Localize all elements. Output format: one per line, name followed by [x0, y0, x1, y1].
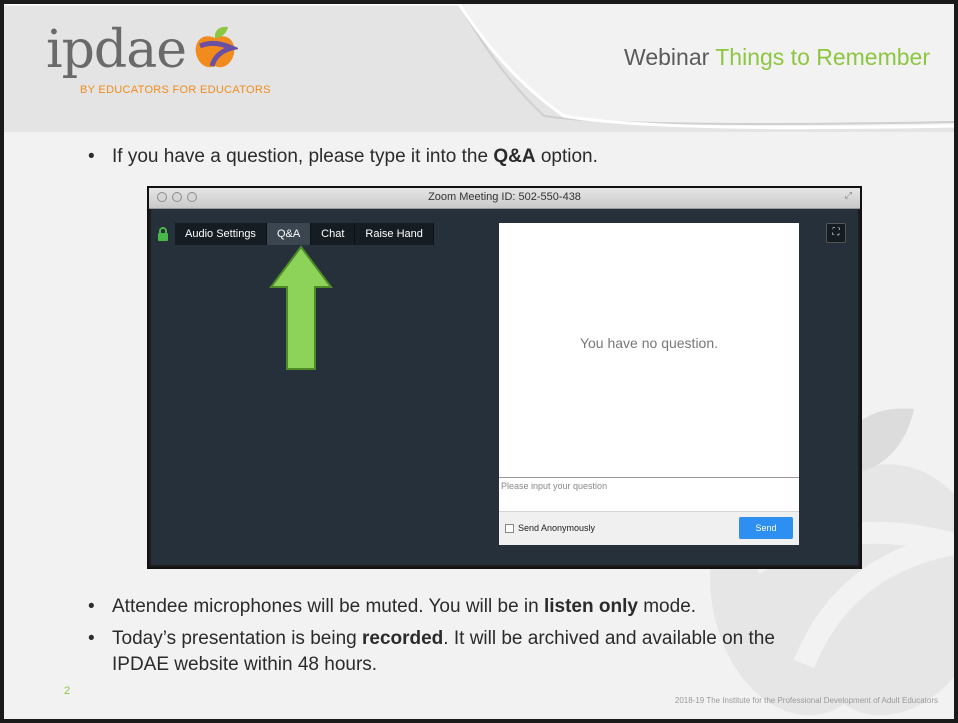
- anonymous-checkbox[interactable]: [505, 523, 514, 533]
- anonymous-label: Send Anonymously: [518, 523, 596, 533]
- zoom-body: Audio Settings Q&A Chat Raise Hand You h…: [151, 209, 858, 565]
- slide: ipdae BY EDUCATORS FOR EDUCATORS Webinar…: [4, 4, 954, 719]
- qa-tab[interactable]: Q&A: [266, 223, 312, 245]
- bullet-bold: recorded: [361, 628, 444, 649]
- up-arrow-icon: [269, 245, 333, 370]
- lock-icon: [158, 227, 168, 241]
- send-anonymously-option[interactable]: Send Anonymously: [505, 523, 595, 533]
- fullscreen-icon[interactable]: ⤢: [845, 191, 852, 201]
- bullet-text-part: option.: [535, 146, 598, 167]
- bullet-question: • If you have a question, please type it…: [88, 146, 928, 168]
- bullet-text: Today’s presentation is being recorded. …: [112, 626, 828, 678]
- bullet-text-part: Attendee microphones will be muted. You …: [112, 596, 544, 617]
- bullet-recorded: • Today’s presentation is being recorded…: [88, 626, 828, 678]
- bullet-text-part: If you have a question, please type it i…: [112, 146, 494, 167]
- window-titlebar: Zoom Meeting ID: 502-550-438 ⤢: [149, 188, 860, 209]
- bullet-bold: Q&A: [493, 146, 536, 167]
- title-plain: Webinar: [624, 44, 716, 70]
- question-input[interactable]: Please input your question: [499, 477, 799, 511]
- logo-tagline: BY EDUCATORS FOR EDUCATORS: [80, 84, 271, 96]
- zoom-window: Zoom Meeting ID: 502-550-438 ⤢ Audio Set…: [147, 186, 862, 569]
- window-title: Zoom Meeting ID: 502-550-438: [428, 191, 581, 203]
- audio-settings-button[interactable]: Audio Settings: [175, 223, 267, 245]
- qa-panel: You have no question. Please input your …: [499, 223, 799, 545]
- bullet-text: If you have a question, please type it i…: [112, 146, 598, 168]
- chat-button[interactable]: Chat: [311, 223, 356, 245]
- empty-questions-message: You have no question.: [579, 335, 719, 351]
- zoom-toolbar: Audio Settings Q&A Chat Raise Hand: [157, 223, 434, 245]
- send-button[interactable]: Send: [739, 517, 793, 539]
- qa-footer: Send Anonymously Send: [499, 511, 799, 545]
- title-accent: Things to Remember: [715, 44, 930, 70]
- bullet-text: Attendee microphones will be muted. You …: [112, 596, 696, 618]
- bullet-text-part: Today’s presentation is being: [112, 628, 362, 649]
- bullet-muted: • Attendee microphones will be muted. Yo…: [88, 596, 938, 618]
- page-number: 2: [64, 685, 71, 697]
- expand-icon[interactable]: ⛶: [826, 223, 846, 243]
- bullet-dot: •: [88, 596, 95, 617]
- apple-logo-icon: [195, 26, 238, 68]
- copyright-footer: 2018-19 The Institute for the Profession…: [674, 696, 938, 705]
- bullet-bold: listen only: [543, 596, 638, 617]
- slide-title: Webinar Things to Remember: [624, 44, 930, 71]
- logo-wordmark: ipdae: [46, 20, 187, 80]
- bullet-text-part: mode.: [637, 596, 697, 617]
- bullet-dot: •: [88, 628, 95, 649]
- raise-hand-button[interactable]: Raise Hand: [355, 223, 434, 245]
- bullet-dot: •: [88, 146, 95, 167]
